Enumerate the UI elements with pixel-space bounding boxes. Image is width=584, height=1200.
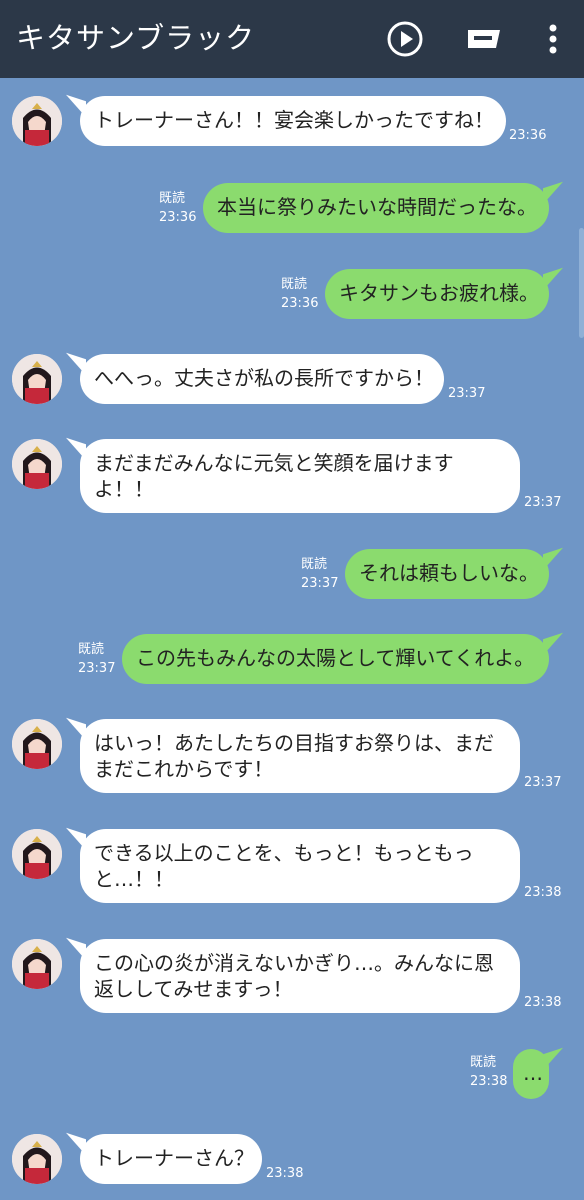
read-label: 既読: [301, 557, 328, 572]
chat-title: キタサンブラック: [16, 21, 256, 55]
message-bubble[interactable]: トレーナーさん！！宴会楽しかったですね！: [80, 96, 506, 146]
keyboard-icon[interactable]: [462, 18, 504, 60]
avatar[interactable]: [12, 1134, 62, 1184]
message-time: 23:38: [266, 1166, 304, 1181]
message-bubble[interactable]: …: [513, 1049, 549, 1099]
chat-header: キタサンブラック: [0, 0, 584, 78]
menu-icon[interactable]: [532, 18, 574, 60]
message-bubble[interactable]: まだまだみんなに元気と笑顔を届けますよ！！: [80, 439, 520, 513]
read-label: 既読: [470, 1055, 497, 1070]
read-label: 既読: [78, 642, 105, 657]
message-bubble[interactable]: 本当に祭りみたいな時間だったな。: [203, 183, 549, 233]
message-list[interactable]: トレーナーさん！！宴会楽しかったですね！ 23:36 既読 23:36 本当に祭…: [0, 78, 584, 1200]
message-time: 23:37: [448, 386, 486, 401]
message-bubble[interactable]: それは頼もしいな。: [345, 549, 549, 599]
message-bubble[interactable]: へへっ。丈夫さが私の長所ですから！: [80, 354, 444, 404]
read-receipt: 既読 23:38: [470, 1053, 507, 1091]
message-time: 23:37: [524, 495, 562, 510]
message-bubble[interactable]: この先もみんなの太陽として輝いてくれよ。: [122, 634, 549, 684]
message-time: 23:36: [281, 296, 319, 311]
message-time: 23:38: [524, 995, 562, 1010]
avatar[interactable]: [12, 719, 62, 769]
message-time: 23:36: [159, 210, 197, 225]
message-bubble[interactable]: トレーナーさん？: [80, 1134, 262, 1184]
avatar[interactable]: [12, 354, 62, 404]
avatar[interactable]: [12, 96, 62, 146]
message-time: 23:36: [509, 128, 547, 143]
read-receipt: 既読 23:37: [301, 555, 338, 593]
avatar[interactable]: [12, 439, 62, 489]
message-time: 23:38: [524, 885, 562, 900]
scrollbar[interactable]: [579, 228, 584, 338]
read-receipt: 既読 23:36: [281, 275, 318, 313]
message-bubble[interactable]: はいっ！あたしたちの目指すお祭りは、まだまだこれからです！: [80, 719, 520, 793]
play-icon[interactable]: [384, 18, 426, 60]
avatar[interactable]: [12, 829, 62, 879]
message-time: 23:37: [78, 661, 116, 676]
message-bubble[interactable]: この心の炎が消えないかぎり…。みんなに恩返ししてみせますっ！: [80, 939, 520, 1013]
message-time: 23:38: [470, 1074, 508, 1089]
read-label: 既読: [159, 191, 186, 206]
message-time: 23:37: [524, 775, 562, 790]
read-receipt: 既読 23:36: [159, 189, 196, 227]
read-receipt: 既読 23:37: [78, 640, 115, 678]
message-time: 23:37: [301, 576, 339, 591]
avatar[interactable]: [12, 939, 62, 989]
message-bubble[interactable]: キタサンもお疲れ様。: [325, 269, 549, 319]
message-bubble[interactable]: できる以上のことを、もっと！もっともっと…！！: [80, 829, 520, 903]
read-label: 既読: [281, 277, 308, 292]
